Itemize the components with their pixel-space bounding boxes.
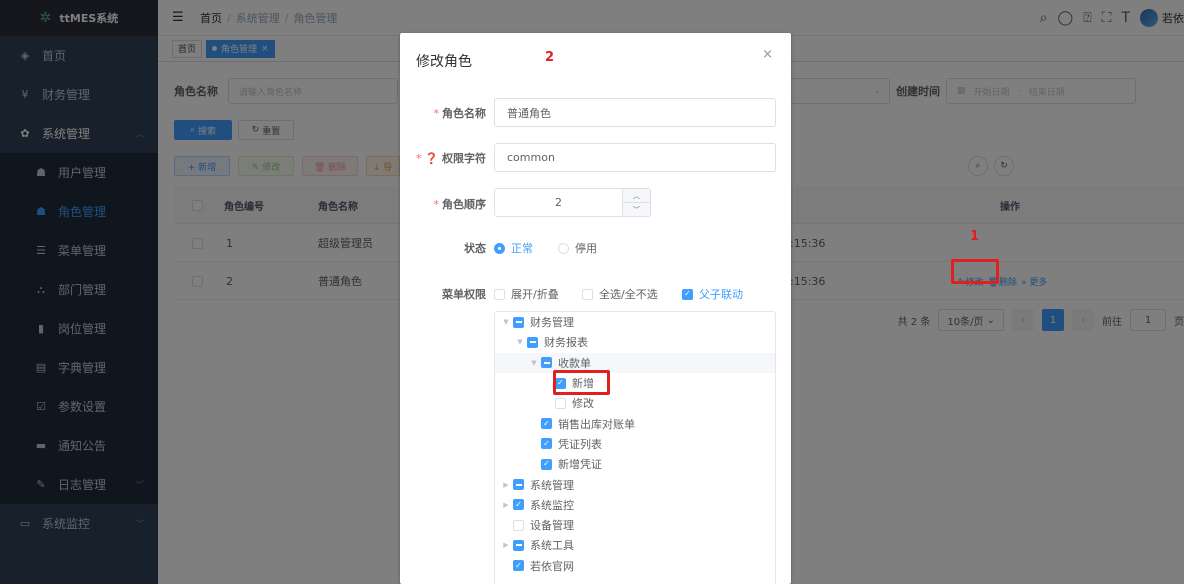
increase-icon[interactable]: ︿: [623, 189, 650, 203]
tree-node-checkbox[interactable]: [513, 539, 524, 551]
caret-right-icon[interactable]: ▶: [501, 481, 511, 489]
role-name-label: * 角色名称: [433, 107, 487, 120]
menu-perm-label: 菜单权限: [442, 288, 486, 301]
caret-down-icon[interactable]: ▼: [501, 318, 511, 326]
menu-tree: ▼ 财务管理 ▼ 财务报表 ▼ 收款单 ✓ 新增修改 ✓ 销售出库对账单 ✓ 凭证列表 ✓ 新增凭证 ▶ 系统…: [494, 311, 776, 584]
tree-node[interactable]: 设备管理: [495, 515, 775, 535]
tree-node[interactable]: ✓ 销售出库对账单: [495, 413, 775, 433]
role-order-label: * 角色顺序: [433, 198, 487, 211]
tree-node-checkbox[interactable]: ✓: [513, 560, 524, 572]
status-disabled-radio[interactable]: 停用: [558, 240, 597, 256]
tree-node-checkbox[interactable]: ✓: [541, 438, 552, 450]
tree-node-checkbox[interactable]: [555, 397, 566, 409]
caret-right-icon[interactable]: ▶: [501, 501, 511, 509]
tree-node-checkbox[interactable]: [513, 316, 524, 328]
tree-node-label: 新增凭证: [558, 458, 602, 472]
tree-node-checkbox[interactable]: [541, 357, 552, 369]
tree-node-label: 系统管理: [530, 478, 574, 492]
tree-node-checkbox[interactable]: ✓: [513, 499, 524, 511]
role-name-input[interactable]: 普通角色: [494, 98, 776, 127]
tree-node[interactable]: ▶ 系统工具: [495, 535, 775, 555]
tree-node-checkbox[interactable]: [513, 519, 524, 531]
tree-node-checkbox[interactable]: ✓: [541, 458, 552, 470]
select-all-checkbox[interactable]: 全选/全不选: [582, 286, 658, 302]
tree-node[interactable]: ✓ 凭证列表: [495, 434, 775, 454]
tree-node-label: 收款单: [558, 356, 591, 370]
edit-role-dialog: 修改角色 2 × * 角色名称 普通角色 * ❓ 权限字符 common * 角色顺序…: [400, 33, 791, 584]
tree-node-label: 系统监控: [530, 498, 574, 512]
annotation-box: [951, 259, 999, 284]
parent-child-linkage-checkbox[interactable]: ✓ 父子联动: [682, 286, 743, 302]
tree-node-label: 若依官网: [530, 559, 574, 573]
tree-node-label: 财务报表: [544, 336, 588, 350]
tree-node-label: 凭证列表: [558, 437, 602, 451]
status-label: 状态: [464, 242, 486, 255]
tree-node[interactable]: ▼ 财务管理: [495, 312, 775, 332]
tree-node[interactable]: 修改: [495, 393, 775, 413]
perm-key-input[interactable]: common: [494, 143, 776, 172]
tree-node[interactable]: ▶ ✓ 系统监控: [495, 495, 775, 515]
role-order-stepper[interactable]: 2 ︿ ﹀: [494, 188, 651, 217]
status-normal-radio[interactable]: 正常: [494, 240, 533, 256]
expand-collapse-checkbox[interactable]: 展开/折叠: [494, 286, 559, 302]
tree-node[interactable]: ▶ 系统管理: [495, 474, 775, 494]
close-icon[interactable]: ×: [762, 47, 773, 62]
tree-node[interactable]: ✓ 若依官网: [495, 556, 775, 576]
dialog-title: 修改角色: [416, 54, 472, 70]
tree-node-label: 财务管理: [530, 316, 574, 330]
tree-node[interactable]: ▼ 收款单: [495, 352, 775, 373]
caret-down-icon[interactable]: ▼: [529, 359, 539, 367]
annotation-number: 1: [970, 229, 980, 244]
tree-node-checkbox[interactable]: [513, 479, 524, 491]
role-order-value[interactable]: 2: [495, 189, 622, 216]
tree-node-checkbox[interactable]: ✓: [541, 418, 552, 430]
tree-node-label: 修改: [572, 397, 594, 411]
tree-node-label: 系统工具: [530, 539, 574, 553]
annotation-number: 2: [545, 50, 555, 65]
caret-down-icon[interactable]: ▼: [515, 338, 525, 346]
tree-node[interactable]: ✓ 新增: [495, 373, 775, 393]
annotation-box: [553, 370, 610, 395]
tree-node-label: 设备管理: [530, 519, 574, 533]
tree-node[interactable]: ▼ 财务报表: [495, 332, 775, 352]
caret-right-icon[interactable]: ▶: [501, 541, 511, 549]
tree-node-label: 销售出库对账单: [558, 417, 635, 431]
tree-node[interactable]: ✓ 新增凭证: [495, 454, 775, 474]
decrease-icon[interactable]: ﹀: [623, 203, 650, 216]
perm-key-label: * ❓ 权限字符: [415, 152, 486, 165]
tree-node-checkbox[interactable]: [527, 336, 538, 348]
